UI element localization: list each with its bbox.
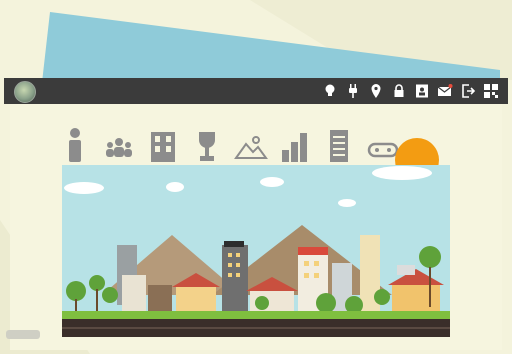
logout-icon[interactable]: [458, 81, 477, 101]
building-icon[interactable]: [146, 124, 180, 164]
toolbar-icons: [320, 81, 500, 101]
top-toolbar: [4, 78, 508, 104]
globe-logo-icon[interactable]: [14, 81, 36, 103]
main-nav: [58, 120, 418, 164]
lightbulb-icon[interactable]: [320, 81, 339, 101]
city-illustration: [62, 165, 450, 337]
group-icon[interactable]: [102, 124, 136, 164]
scroll-handle[interactable]: [6, 330, 40, 339]
lock-icon[interactable]: [389, 81, 408, 101]
contacts-icon[interactable]: [412, 81, 431, 101]
person-icon[interactable]: [58, 124, 92, 164]
document-icon[interactable]: [322, 124, 356, 164]
trophy-icon[interactable]: [190, 124, 224, 164]
mail-icon[interactable]: [435, 81, 454, 101]
location-pin-icon[interactable]: [366, 81, 385, 101]
qr-code-icon[interactable]: [481, 81, 500, 101]
plug-icon[interactable]: [343, 81, 362, 101]
map-icon[interactable]: [234, 124, 268, 164]
bar-chart-icon[interactable]: [278, 124, 312, 164]
